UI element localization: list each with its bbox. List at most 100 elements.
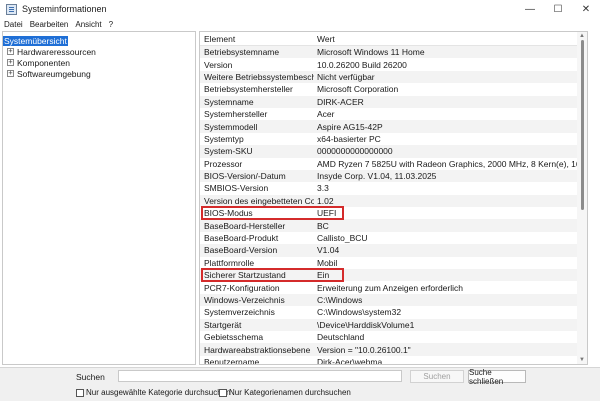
close-search-button[interactable]: Suche schließen — [468, 368, 526, 386]
table-row[interactable]: Windows-Verzeichnis C:\Windows — [200, 293, 587, 307]
tree-item-label: Hardwareressourcen — [17, 46, 96, 57]
cell-wert: UEFI — [317, 208, 337, 219]
table-row[interactable]: System-SKU 0000000000000000 — [200, 145, 587, 158]
cell-element: SMBIOS-Version — [204, 183, 269, 194]
table-row[interactable]: BaseBoard-Version V1.04 — [200, 244, 587, 257]
cell-wert: Deutschland — [317, 332, 365, 343]
cell-element: BaseBoard-Version — [204, 245, 278, 256]
cell-wert: V1.04 — [317, 245, 340, 256]
search-button[interactable]: Suchen — [410, 370, 464, 383]
cell-element: Version — [204, 59, 233, 70]
cell-element: Gebietsschema — [204, 332, 264, 343]
option-category-names[interactable]: Nur Kategorienamen durchsuchen — [219, 388, 351, 397]
scroll-down-icon[interactable]: ▼ — [579, 357, 585, 363]
cell-wert: C:\Windows — [317, 295, 363, 305]
tree-item-label: Systemübersicht — [3, 35, 68, 46]
table-row[interactable]: Weitere Betriebssystembeschre...Nicht ve… — [200, 70, 587, 84]
option-selected-category[interactable]: Nur ausgewählte Kategorie durchsuchen — [76, 388, 231, 397]
cell-element: Version des eingebetteten Co... — [204, 195, 314, 206]
search-input[interactable] — [118, 370, 402, 382]
table-row[interactable]: Betriebsystemname Microsoft Windows 11 Ho… — [200, 46, 587, 59]
cell-wert: Microsoft Corporation — [317, 84, 399, 95]
table-row[interactable]: Prozessor AMD Ryzen 7 5825U with Radeon G… — [200, 158, 587, 170]
cell-wert: 10.0.26200 Build 26200 — [317, 59, 407, 70]
cell-element: Windows-Verzeichnis — [204, 295, 285, 305]
cell-element: Startgerät — [204, 319, 242, 330]
expand-icon[interactable]: + — [7, 48, 14, 55]
table-row[interactable]: BIOS-Modus UEFI — [200, 207, 587, 219]
scrollbar-thumb[interactable] — [581, 40, 584, 210]
cell-element: BIOS-Version/-Datum — [204, 171, 286, 182]
cell-element: Systemverzeichnis — [204, 307, 275, 318]
option-label: Nur ausgewählte Kategorie durchsuchen — [86, 388, 231, 397]
cell-wert: \Device\HarddiskVolume1 — [317, 319, 415, 330]
cell-element: Betriebsystemhersteller — [204, 84, 293, 95]
menu-bar: Datei Bearbeiten Ansicht ? — [0, 18, 600, 31]
cell-wert: Nicht verfügbar — [317, 71, 375, 82]
table-row[interactable]: Systemname DIRK-ACER — [200, 95, 587, 108]
checkbox[interactable] — [219, 388, 227, 397]
cell-wert: 3.3 — [317, 183, 329, 194]
tree-item-komponenten[interactable]: + Komponenten — [3, 57, 195, 68]
cell-element: Prozessor — [204, 158, 243, 169]
table-row[interactable]: Sicherer Startzustand Ein — [200, 269, 587, 282]
table-row[interactable]: BaseBoard-Produkt Callisto_BCU — [200, 232, 587, 244]
tree-item-systemuebersicht[interactable]: Systemübersicht — [3, 35, 195, 46]
option-label: Nur Kategorienamen durchsuchen — [229, 388, 351, 397]
table-row[interactable]: Systemverzeichnis C:\Windows\system32 — [200, 306, 587, 318]
expand-icon[interactable]: + — [7, 70, 14, 77]
tree-item-softwareumgebung[interactable]: + Softwareumgebung — [3, 68, 195, 79]
close-button[interactable]: ✕ — [572, 0, 600, 18]
expand-icon[interactable]: + — [7, 59, 14, 66]
cell-wert: Callisto_BCU — [317, 233, 368, 244]
maximize-button[interactable]: ☐ — [544, 0, 572, 18]
menu-bearbeiten[interactable]: Bearbeiten — [30, 20, 69, 29]
menu-ansicht[interactable]: Ansicht — [75, 20, 101, 29]
table-row[interactable]: Version des eingebetteten Co... 1.02 — [200, 194, 587, 208]
menu-help[interactable]: ? — [109, 20, 113, 29]
column-header-element[interactable]: Element — [200, 34, 314, 44]
cell-element: Systemname — [204, 96, 254, 107]
cell-element: Systemmodell — [204, 121, 258, 132]
cell-element: Hardwareabstraktionsebene — [204, 344, 311, 355]
table-row[interactable]: BaseBoard-Hersteller BC — [200, 219, 587, 232]
cell-element: Benutzername — [204, 356, 260, 365]
cell-element: Plattformrolle — [204, 257, 255, 268]
table-row[interactable]: Systemhersteller Acer — [200, 108, 587, 120]
system-info-icon — [6, 3, 17, 15]
table-row[interactable]: Version 10.0.26200 Build 26200 — [200, 58, 587, 70]
table-row[interactable]: Systemtyp x64-basierter PC — [200, 133, 587, 145]
window-controls: — ☐ ✕ — [516, 0, 600, 18]
column-header-wert[interactable]: Wert — [314, 34, 587, 44]
cell-element: Weitere Betriebssystembeschre... — [204, 71, 314, 82]
table-row[interactable]: SMBIOS-Version 3.3 — [200, 182, 587, 194]
vertical-scrollbar[interactable]: ▲ ▼ — [577, 32, 587, 364]
cell-wert: 1.02 — [317, 195, 334, 206]
table-row[interactable]: BIOS-Version/-Datum Insyde Corp. V1.04, 1… — [200, 169, 587, 183]
minimize-button[interactable]: — — [516, 0, 544, 18]
table-header: Element Wert — [200, 32, 587, 46]
table-row[interactable]: Benutzername Dirk-Acer\webma — [200, 356, 587, 365]
table-row[interactable]: PCR7-Konfiguration Erweiterung zum Anzeig… — [200, 281, 587, 293]
tree-item-hardwareressourcen[interactable]: + Hardwareressourcen — [3, 46, 195, 57]
cell-wert: Mobil — [317, 257, 338, 268]
scroll-up-icon[interactable]: ▲ — [579, 33, 585, 39]
table-row[interactable]: Betriebsystemhersteller Microsoft Corpora… — [200, 83, 587, 95]
table-row[interactable]: Hardwareabstraktionsebene Version = "10.0… — [200, 343, 587, 356]
cell-element: BIOS-Modus — [204, 208, 253, 219]
table-row[interactable]: Startgerät \Device\HarddiskVolume1 — [200, 318, 587, 331]
table-row[interactable]: Plattformrolle Mobil — [200, 257, 587, 269]
cell-wert: Ein — [317, 270, 330, 281]
table-row[interactable]: Gebietsschema Deutschland — [200, 331, 587, 343]
menu-datei[interactable]: Datei — [4, 20, 23, 29]
cell-wert: 0000000000000000 — [317, 146, 393, 157]
search-label: Suchen — [76, 372, 105, 382]
cell-wert: Dirk-Acer\webma — [317, 356, 383, 365]
checkbox[interactable] — [76, 388, 84, 397]
cell-element: Sicherer Startzustand — [204, 270, 286, 281]
table-row[interactable]: Systemmodell Aspire AG15-42P — [200, 120, 587, 133]
table-body: Betriebsystemname Microsoft Windows 11 Ho… — [200, 46, 587, 365]
cell-wert: AMD Ryzen 7 5825U with Radeon Graphics, … — [317, 158, 587, 169]
cell-element: System-SKU — [204, 146, 253, 157]
cell-wert: Microsoft Windows 11 Home — [317, 47, 425, 58]
